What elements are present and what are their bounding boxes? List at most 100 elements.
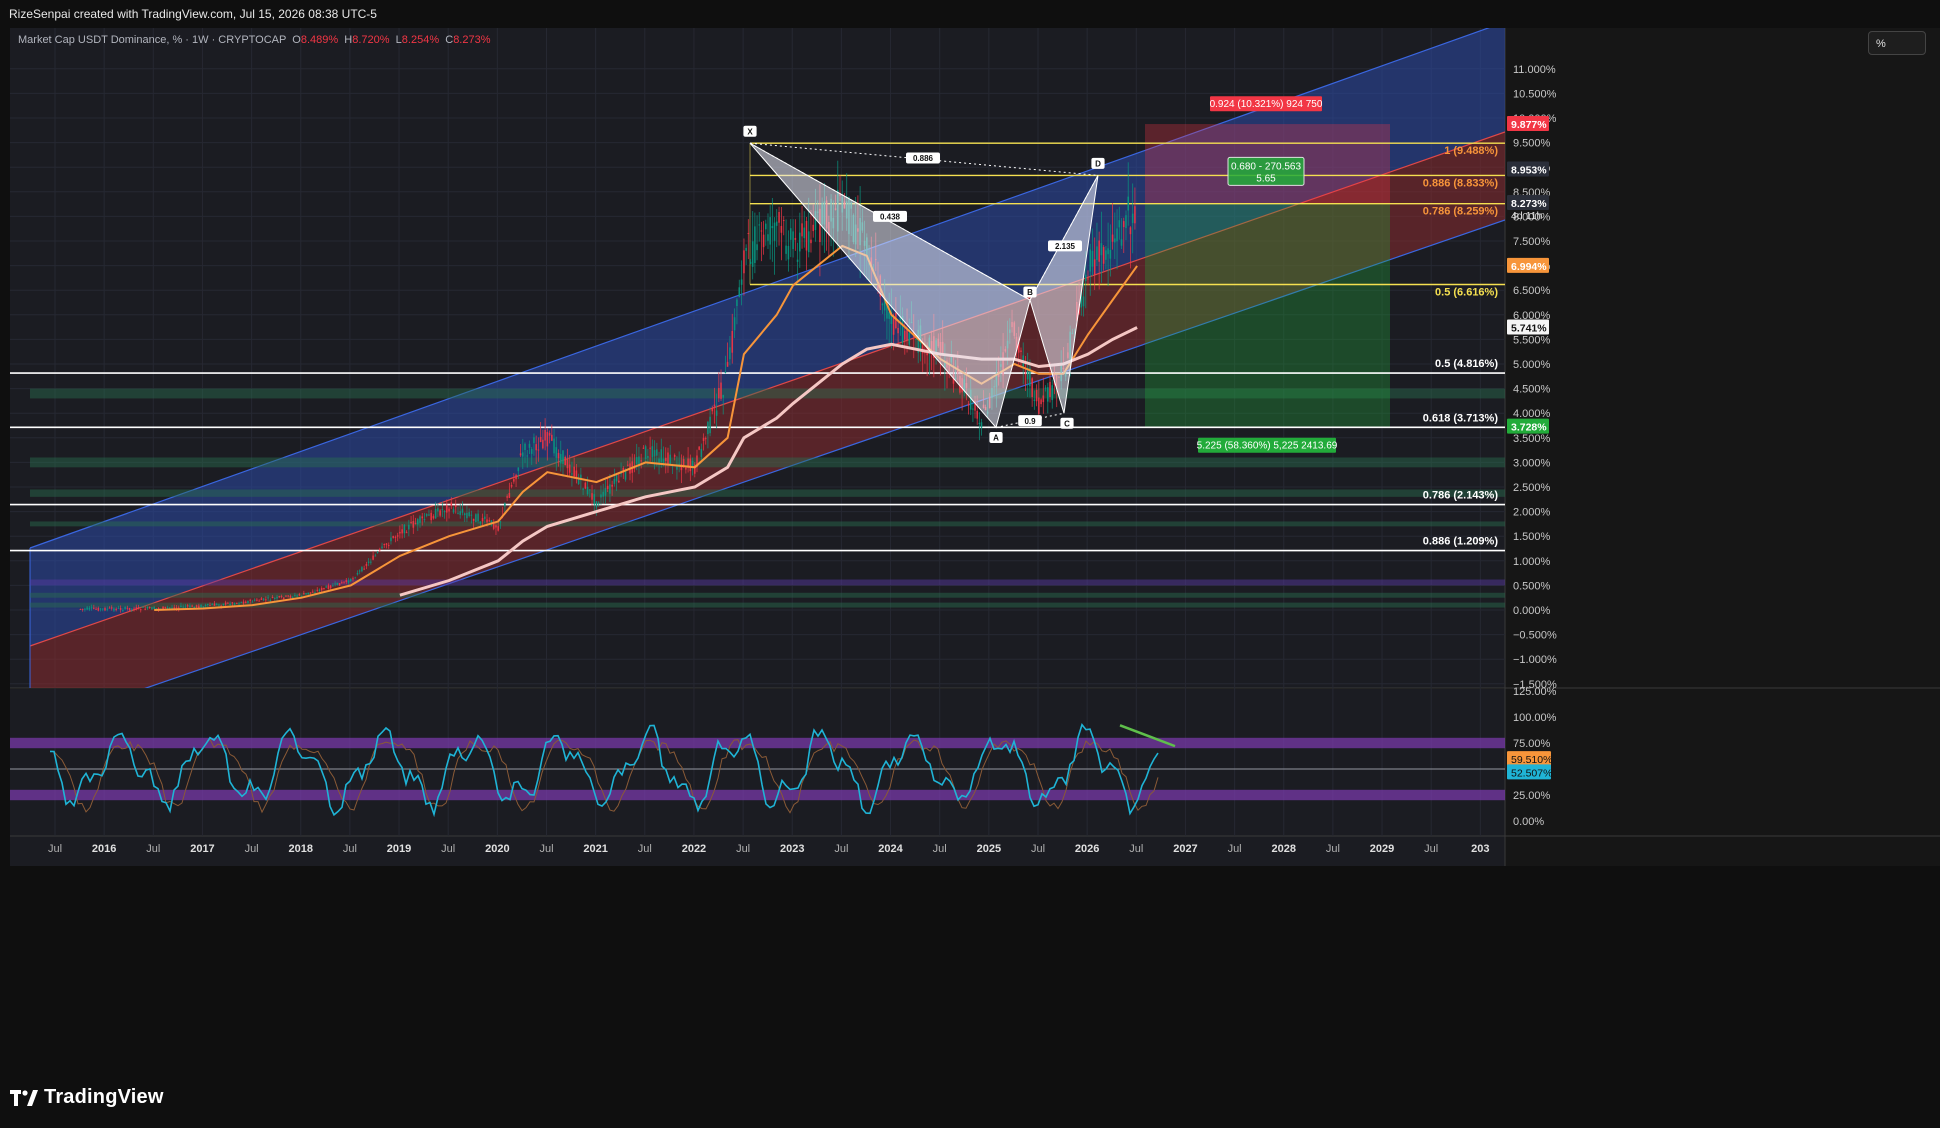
tradingview-logo-icon xyxy=(10,1089,38,1106)
candle-body xyxy=(432,516,435,519)
symbol-name: Market Cap USDT Dominance, % · 1W · CRYP… xyxy=(18,34,287,46)
candle-body xyxy=(461,508,464,513)
time-tick-label: Jul xyxy=(1031,843,1045,855)
time-tick-label: 2023 xyxy=(780,843,804,855)
candle-body xyxy=(137,606,140,608)
tradingview-wordmark: TradingView xyxy=(44,1086,164,1108)
candle-body xyxy=(698,446,700,450)
candle-body xyxy=(423,519,426,521)
candle-body xyxy=(124,607,126,610)
candle-body xyxy=(231,602,234,604)
price-tick-label: 7.500% xyxy=(1513,236,1551,248)
time-tick-label: 2019 xyxy=(387,843,411,855)
candle-body xyxy=(807,231,810,253)
candle-body xyxy=(318,589,321,592)
candle-body xyxy=(459,511,462,515)
candle-body xyxy=(298,594,301,596)
candle-body xyxy=(251,601,254,603)
candle-body xyxy=(236,602,238,604)
candle-body xyxy=(278,596,281,598)
candle-body xyxy=(265,599,267,601)
candle-body xyxy=(980,422,983,428)
candle-body xyxy=(425,514,428,516)
candle-body xyxy=(84,608,86,610)
candle-body xyxy=(430,512,432,521)
position-stop-label-group: 0.924 (10.321%) 924 750 xyxy=(1210,96,1323,112)
candle-body xyxy=(401,529,403,534)
candle-body xyxy=(240,601,243,603)
chart-area[interactable]: X A B C D 0.886 0.438 2.135 0.9 1 (9.488%) 0.886 (… xyxy=(10,28,1940,1068)
candle-body xyxy=(327,585,330,589)
candle-body xyxy=(568,464,571,473)
candle-body xyxy=(1042,395,1045,403)
candle-body xyxy=(352,578,354,580)
candle-body xyxy=(796,259,799,262)
candle-body xyxy=(122,610,124,612)
candle-body xyxy=(805,220,808,251)
candle-body xyxy=(497,526,499,531)
support-band xyxy=(30,592,1505,598)
candle-body xyxy=(468,512,470,516)
candle-body xyxy=(247,601,249,603)
candle-body xyxy=(537,449,540,451)
candle-body xyxy=(1024,373,1027,375)
candle-body xyxy=(606,485,609,490)
rsi-tick-label: 125.00% xyxy=(1513,686,1557,698)
candle-body xyxy=(224,602,227,605)
candle-body xyxy=(773,222,776,241)
time-tick-label: Jul xyxy=(48,843,62,855)
price-badge-label: 8.273% xyxy=(1511,198,1547,210)
candle-body xyxy=(656,449,658,456)
close-value: 8.273% xyxy=(453,34,491,46)
time-tick-label: Jul xyxy=(245,843,259,855)
rsi-badge-label: 52.507% xyxy=(1511,767,1552,779)
rsi-badge-group: 59.510% xyxy=(1507,751,1552,767)
rsi-tick-label: 100.00% xyxy=(1513,712,1557,724)
candle-body xyxy=(470,514,473,516)
candle-body xyxy=(510,484,513,487)
candle-body xyxy=(524,443,526,451)
candle-body xyxy=(408,524,410,530)
candle-body xyxy=(707,421,709,435)
candle-body xyxy=(291,596,294,598)
symbol-legend[interactable]: Market Cap USDT Dominance, % · 1W · CRYP… xyxy=(18,34,491,46)
price-scale-background xyxy=(1505,28,1940,866)
candle-body xyxy=(1033,399,1036,401)
candle-body xyxy=(513,479,515,482)
pattern-point-c-group: C xyxy=(1060,417,1074,429)
candle-body xyxy=(673,455,676,457)
candle-body xyxy=(488,520,491,522)
candle-body xyxy=(593,494,596,505)
pattern-ratio-ac-group: 0.9 xyxy=(1018,415,1042,427)
percent-scale-button[interactable]: % xyxy=(1868,31,1926,55)
time-tick-label: Jul xyxy=(638,843,652,855)
candle-body xyxy=(559,454,562,464)
fib-level-label: 0.786 (8.259%) xyxy=(1423,206,1499,218)
candle-body xyxy=(573,466,575,477)
candle-body xyxy=(508,492,511,498)
time-tick-label: Jul xyxy=(539,843,553,855)
candle-body xyxy=(1082,296,1085,307)
price-tick-label: 1.500% xyxy=(1513,531,1551,543)
candle-body xyxy=(446,505,448,513)
candle-body xyxy=(146,606,149,609)
candle-body xyxy=(142,606,144,608)
support-band xyxy=(30,457,1505,468)
time-tick-label: 203 xyxy=(1471,843,1489,855)
candle-body xyxy=(615,474,618,482)
candle-body xyxy=(332,585,334,587)
candle-body xyxy=(1102,247,1105,264)
chart-svg[interactable]: X A B C D 0.886 0.438 2.135 0.9 1 (9.488%) 0.886 (… xyxy=(10,28,1940,1068)
candle-body xyxy=(1098,240,1100,262)
tradingview-logo[interactable]: TradingView xyxy=(10,1086,164,1109)
candle-body xyxy=(385,543,388,545)
candle-body xyxy=(506,496,508,498)
price-tick-label: 10.500% xyxy=(1513,88,1557,100)
candle-body xyxy=(343,581,345,583)
time-tick-label: 2028 xyxy=(1272,843,1296,855)
candle-body xyxy=(660,449,663,463)
candle-body xyxy=(119,608,122,610)
candle-body xyxy=(184,606,187,608)
open-value: 8.489% xyxy=(300,34,339,46)
candle-body xyxy=(289,595,292,598)
